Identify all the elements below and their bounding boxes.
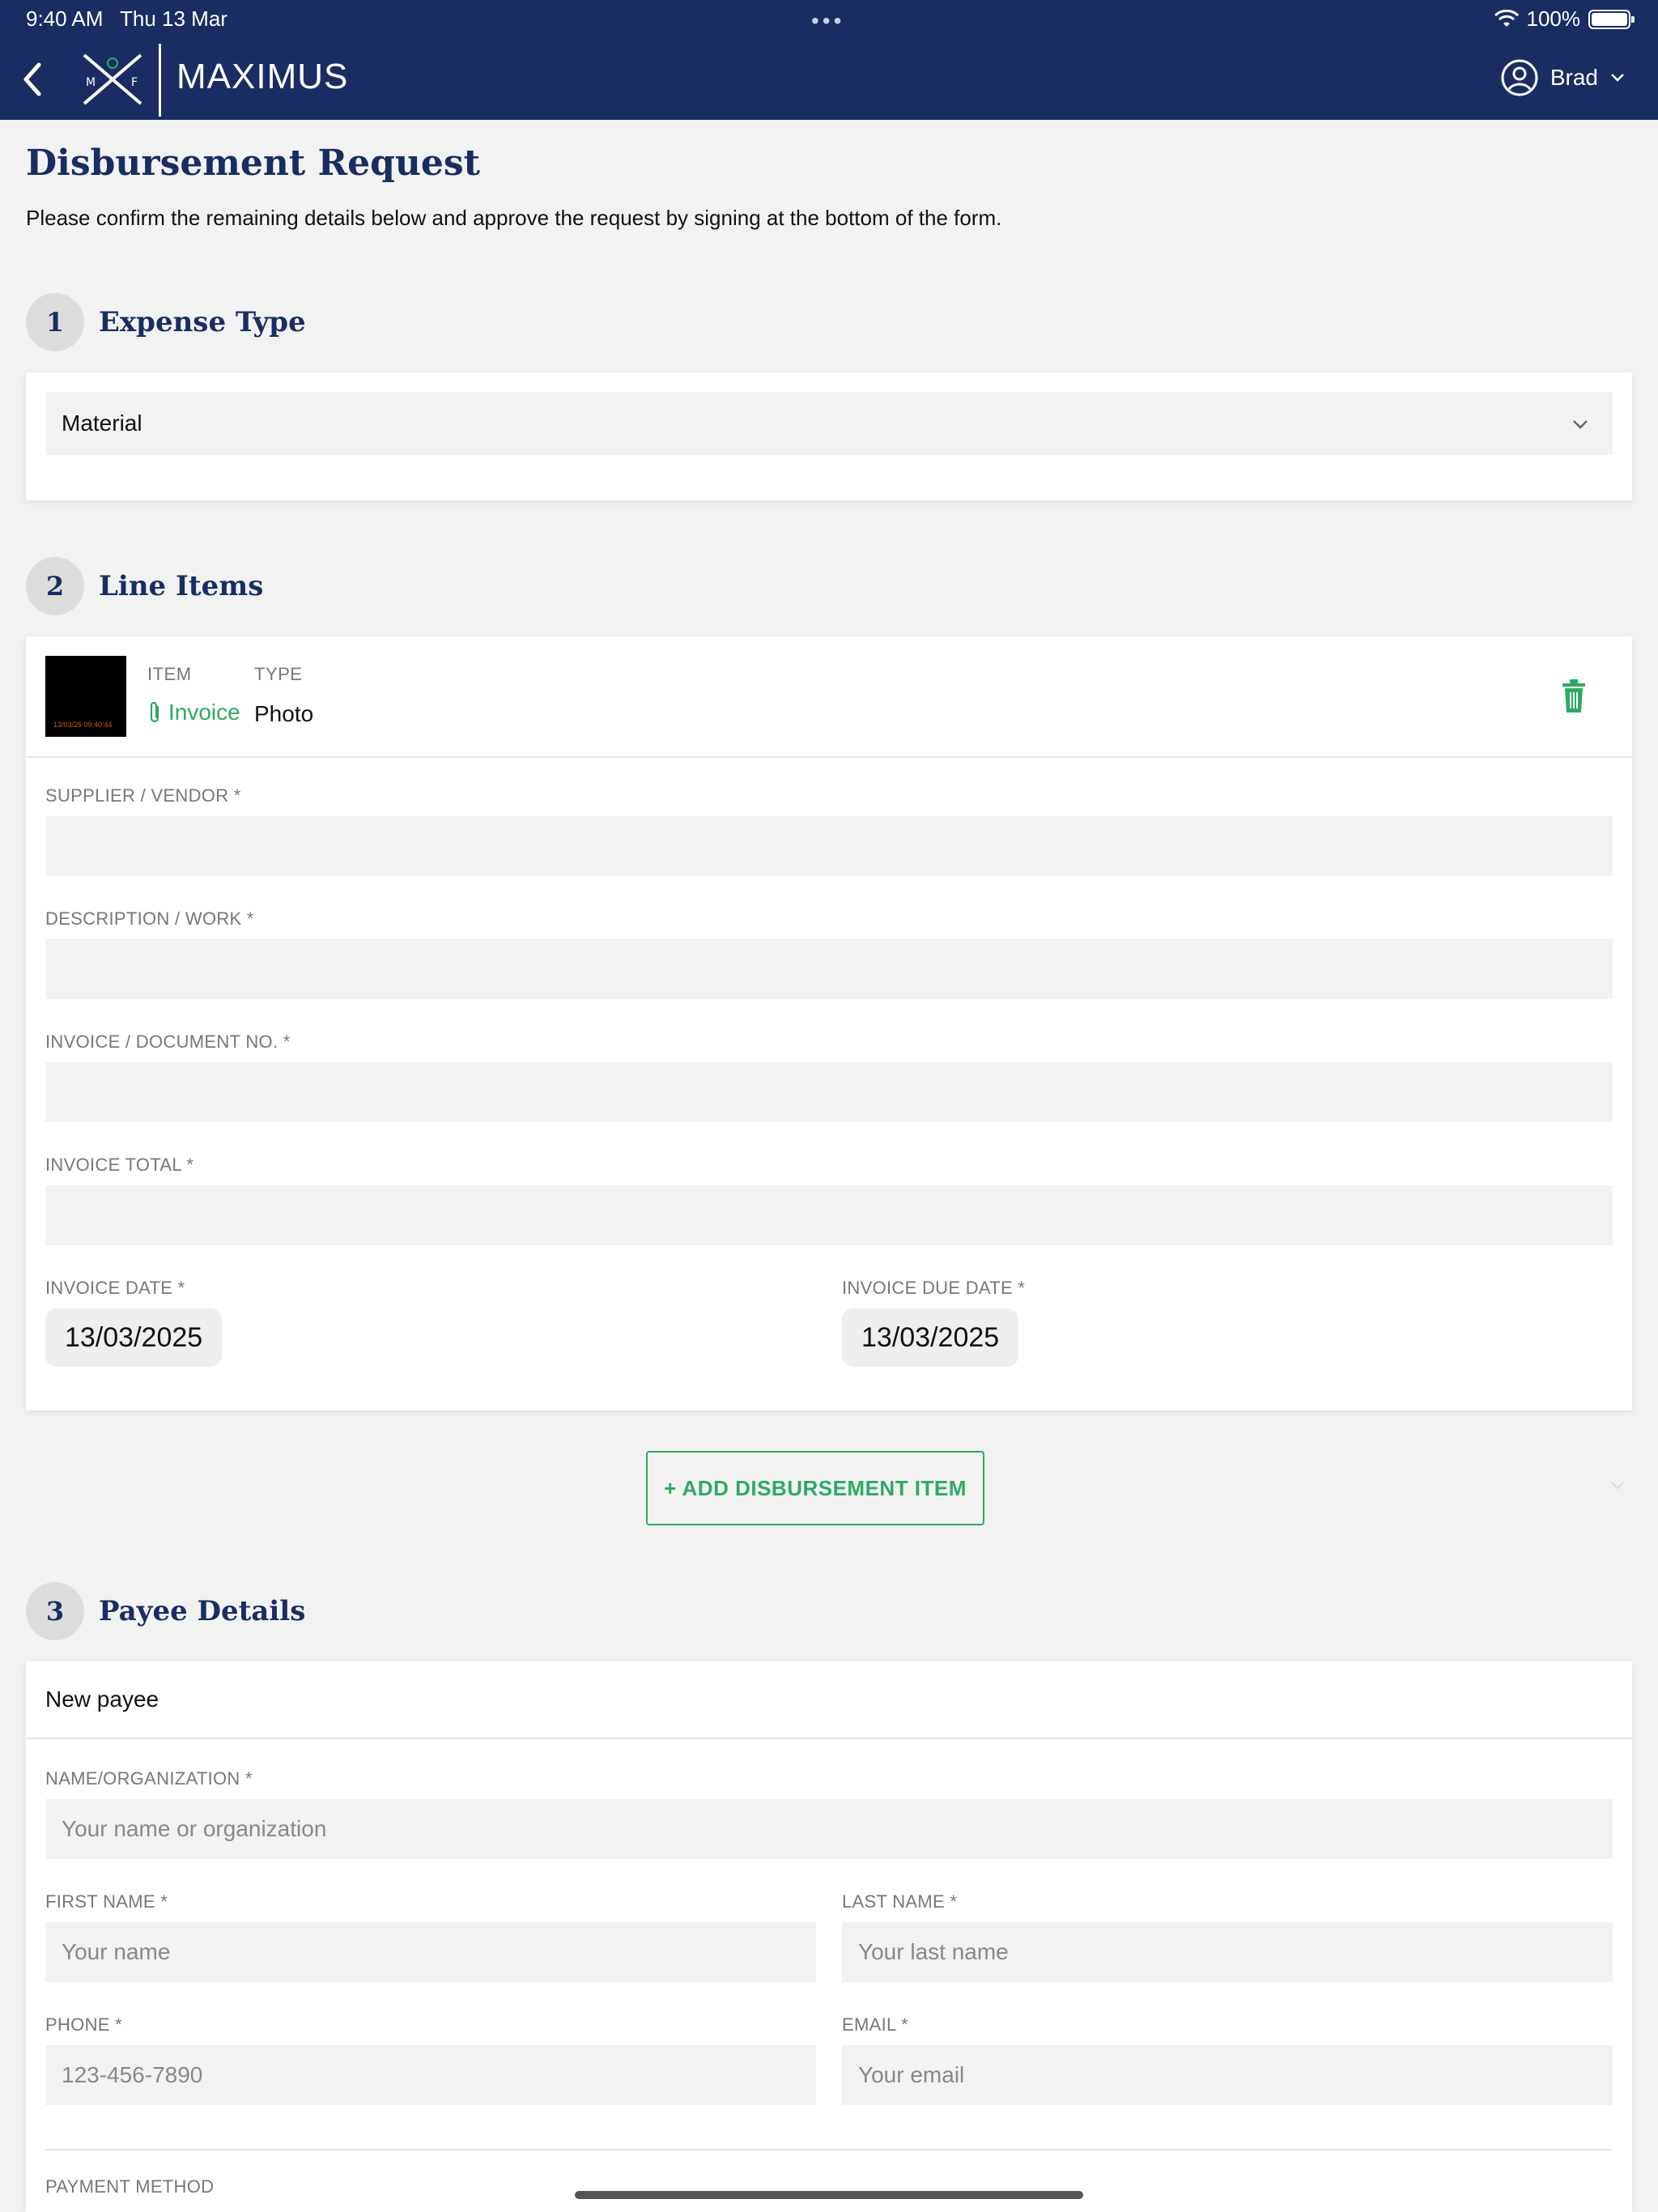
last-name-label: LAST NAME * xyxy=(842,1891,958,1912)
section-expense-type: 1 Expense Type xyxy=(26,293,306,351)
logo-divider xyxy=(159,44,161,117)
user-avatar-icon xyxy=(1501,59,1538,96)
expense-type-card: Material xyxy=(26,372,1632,500)
description-label: DESCRIPTION / WORK * xyxy=(45,908,254,929)
brand-name: MAXIMUS xyxy=(176,57,349,96)
last-name-input[interactable]: Your last name xyxy=(842,1922,1613,1982)
invoice-attachment-link[interactable]: Invoice xyxy=(147,700,240,725)
paperclip-icon xyxy=(150,701,159,723)
status-date: Thu 13 Mar xyxy=(120,6,227,31)
section-number: 2 xyxy=(26,557,84,615)
battery-percent: 100% xyxy=(1526,6,1581,31)
item-column-header: ITEM xyxy=(147,664,192,684)
email-input[interactable]: Your email xyxy=(842,2045,1613,2105)
invoice-total-label: INVOICE TOTAL * xyxy=(45,1155,194,1175)
add-disbursement-item-button[interactable]: + ADD DISBURSEMENT ITEM xyxy=(646,1451,984,1525)
home-indicator[interactable] xyxy=(575,2191,1083,2199)
payee-selected-value: New payee xyxy=(45,1687,159,1712)
divider xyxy=(45,2149,1613,2150)
invoice-number-input[interactable] xyxy=(45,1062,1613,1122)
description-input[interactable] xyxy=(45,939,1613,999)
invoice-date-picker[interactable]: 13/03/2025 xyxy=(45,1308,223,1367)
section-title: Payee Details xyxy=(99,1595,306,1627)
invoice-number-label: INVOICE / DOCUMENT NO. * xyxy=(45,1032,291,1052)
expense-type-select[interactable]: Material xyxy=(45,392,1613,455)
payment-method-label: PAYMENT METHOD xyxy=(45,2176,215,2197)
section-payee-details: 3 Payee Details xyxy=(26,1582,305,1640)
section-number: 3 xyxy=(26,1582,84,1640)
battery-icon xyxy=(1588,9,1635,29)
section-title: Expense Type xyxy=(99,306,306,338)
expense-type-value: Material xyxy=(62,410,142,436)
first-name-input[interactable]: Your name xyxy=(45,1922,816,1982)
section-title: Line Items xyxy=(99,570,264,602)
svg-text:M: M xyxy=(86,76,96,89)
back-arrow-icon[interactable] xyxy=(15,57,50,102)
app-header: 9:40 AM Thu 13 Mar ••• 100% M F MAXIMUS … xyxy=(0,0,1658,120)
due-date-label: INVOICE DUE DATE * xyxy=(842,1278,1026,1298)
photo-thumbnail[interactable]: 13/03/25 09:40:44 xyxy=(45,656,126,737)
first-name-label: FIRST NAME * xyxy=(45,1891,168,1912)
wifi-icon xyxy=(1494,9,1519,27)
invoice-date-label: INVOICE DATE * xyxy=(45,1278,185,1298)
photo-timestamp: 13/03/25 09:40:44 xyxy=(53,721,113,729)
maximus-logo-icon: M F xyxy=(83,53,142,105)
phone-input[interactable]: 123-456-7890 xyxy=(45,2045,816,2105)
due-date-picker[interactable]: 13/03/2025 xyxy=(842,1308,1019,1367)
supplier-label: SUPPLIER / VENDOR * xyxy=(45,785,241,806)
type-value: Photo xyxy=(254,701,314,726)
type-column-header: TYPE xyxy=(254,664,303,684)
page-title: Disbursement Request xyxy=(26,143,480,184)
email-label: EMAIL * xyxy=(842,2014,908,2035)
user-menu[interactable]: Brad xyxy=(1500,58,1626,97)
chevron-down-icon xyxy=(1611,1482,1624,1490)
svg-text:F: F xyxy=(131,76,138,89)
chevron-down-icon xyxy=(1611,74,1624,82)
item-value: Invoice xyxy=(168,700,240,725)
invoice-total-input[interactable] xyxy=(45,1185,1613,1245)
multitasking-dots-icon[interactable]: ••• xyxy=(811,8,844,34)
status-indicators: 100% xyxy=(1494,6,1635,32)
user-name: Brad xyxy=(1550,65,1598,90)
line-item-card: 13/03/25 09:40:44 ITEM TYPE Invoice Phot… xyxy=(26,636,1632,1410)
payee-card: New payee NAME/ORGANIZATION * Your name … xyxy=(26,1661,1632,2212)
section-number: 1 xyxy=(26,293,84,351)
page-subtitle: Please confirm the remaining details bel… xyxy=(26,206,1002,230)
payee-selector[interactable]: New payee xyxy=(26,1661,1632,1739)
name-org-input[interactable]: Your name or organization xyxy=(45,1799,1613,1859)
section-line-items: 2 Line Items xyxy=(26,557,263,615)
name-org-label: NAME/ORGANIZATION * xyxy=(45,1768,253,1789)
supplier-input[interactable] xyxy=(45,816,1613,876)
phone-label: PHONE * xyxy=(45,2014,123,2035)
trash-icon[interactable] xyxy=(1559,678,1588,714)
status-time: 9:40 AM xyxy=(26,6,104,31)
chevron-down-icon xyxy=(1573,420,1588,429)
line-item-summary: 13/03/25 09:40:44 ITEM TYPE Invoice Phot… xyxy=(26,636,1632,758)
